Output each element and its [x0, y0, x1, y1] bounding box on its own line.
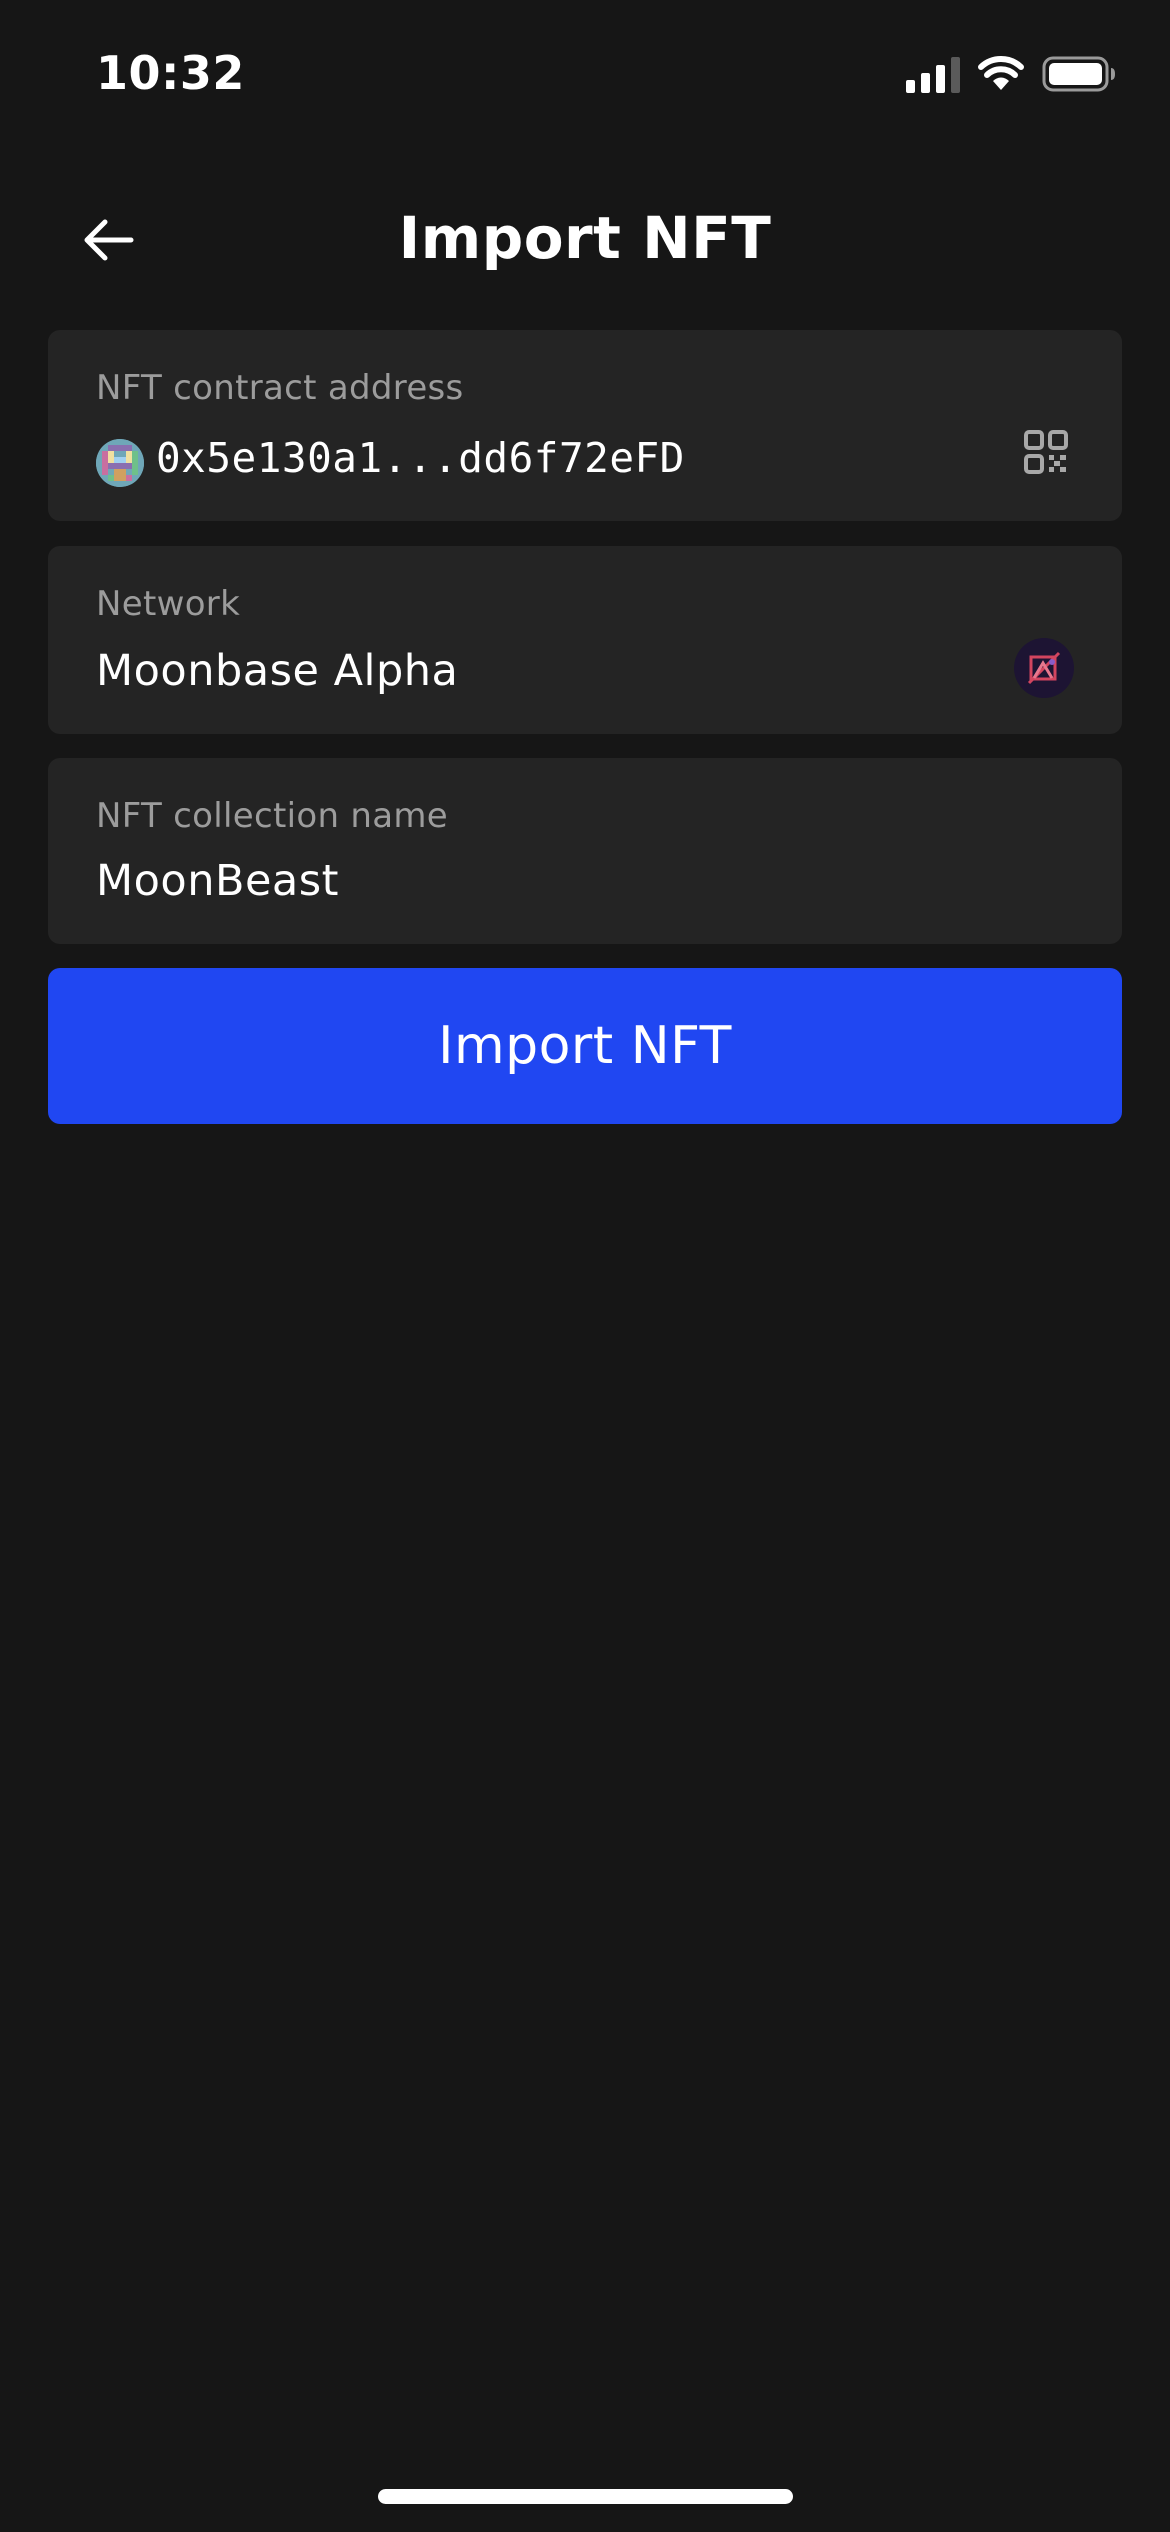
status-icons: [906, 54, 1116, 94]
contract-address-value[interactable]: 0x5e130a1...dd6f72eFD: [156, 434, 685, 482]
wifi-icon: [978, 56, 1024, 90]
scan-qr-button[interactable]: [1024, 430, 1068, 474]
battery-icon: [1042, 56, 1115, 92]
contract-address-field[interactable]: NFT contract address 0x5e130a1...dd6f72e…: [48, 330, 1122, 521]
collection-name-field[interactable]: NFT collection name MoonBeast: [48, 758, 1122, 944]
network-value: Moonbase Alpha: [96, 646, 459, 696]
page-title: Import NFT: [398, 204, 772, 272]
status-time: 10:32: [96, 46, 245, 100]
network-label: Network: [96, 584, 241, 624]
header: Import NFT: [0, 190, 1170, 290]
network-field[interactable]: Network Moonbase Alpha: [48, 546, 1122, 734]
moonbase-alpha-logo-icon: [1014, 638, 1074, 698]
collection-name-value[interactable]: MoonBeast: [96, 856, 339, 906]
qr-code-icon: [1024, 430, 1068, 474]
cellular-signal-icon: [906, 55, 960, 93]
token-avatar-icon: [96, 439, 144, 487]
import-nft-button[interactable]: Import NFT: [48, 968, 1122, 1124]
collection-name-label: NFT collection name: [96, 796, 449, 836]
contract-address-label: NFT contract address: [96, 368, 464, 408]
status-bar: 10:32: [0, 0, 1170, 150]
home-indicator[interactable]: [378, 2489, 793, 2504]
